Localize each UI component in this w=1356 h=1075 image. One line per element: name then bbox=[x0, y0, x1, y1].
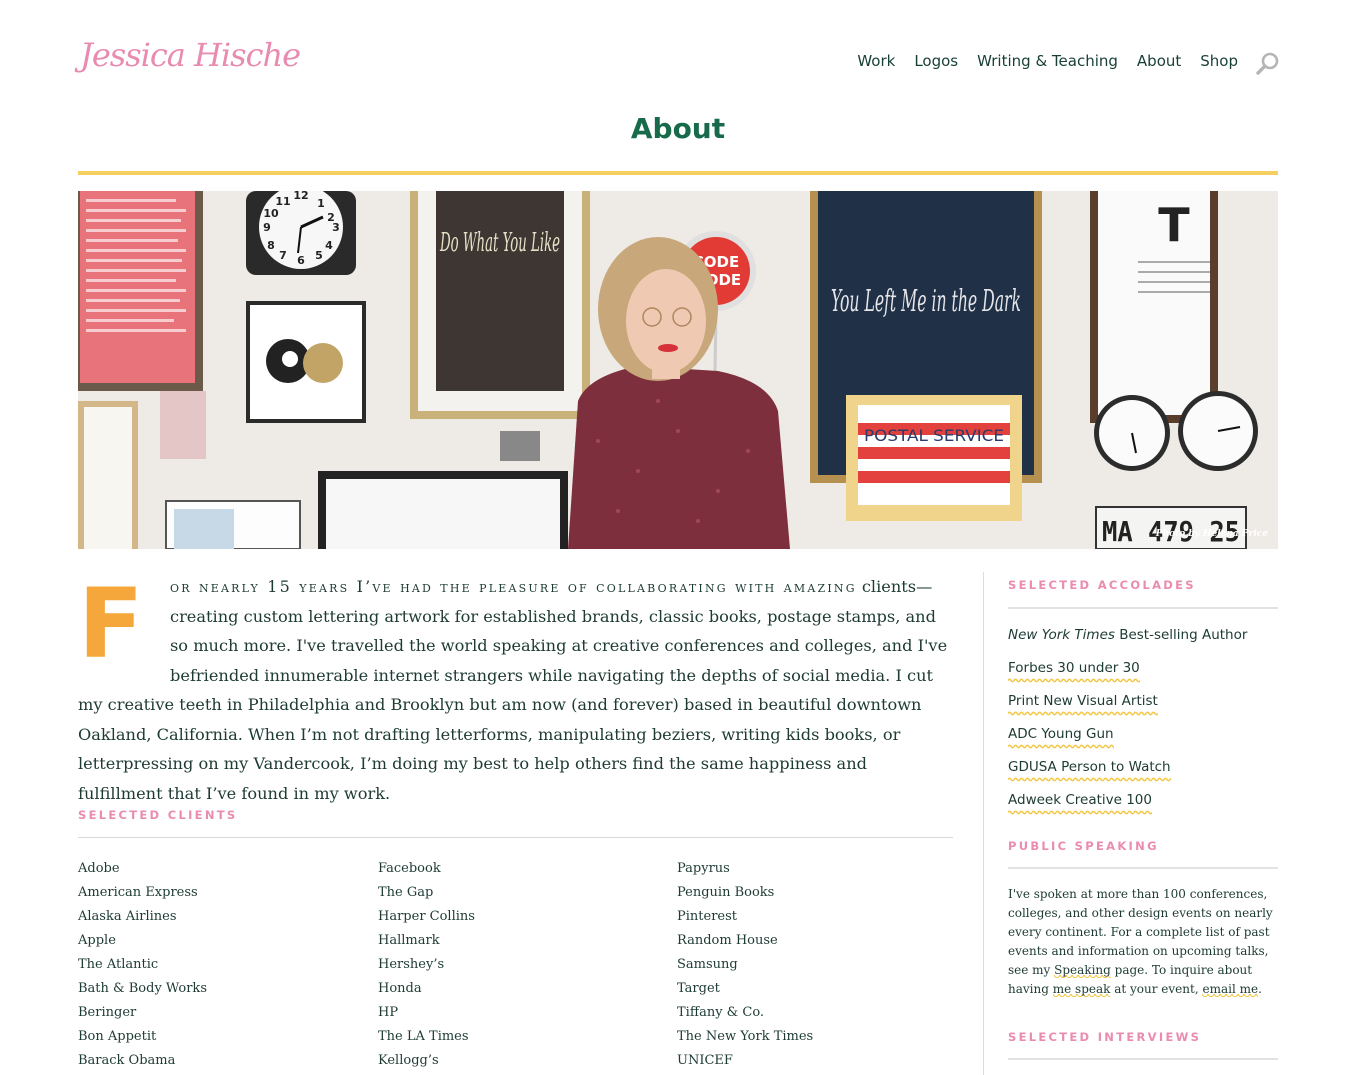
sidebar-divider bbox=[983, 572, 984, 1075]
accolade-label: GDUSA Person to Watch bbox=[1008, 759, 1171, 775]
accolade-item[interactable]: GDUSA Person to Watch bbox=[1008, 757, 1278, 790]
clock-num-7: 7 bbox=[279, 249, 287, 262]
accolade-label: Adweek Creative 100 bbox=[1008, 792, 1152, 808]
client-item[interactable]: Random House bbox=[677, 929, 813, 953]
client-item[interactable]: Honda bbox=[378, 977, 475, 1001]
clock-num-4: 4 bbox=[325, 239, 333, 252]
client-item[interactable]: Bath & Body Works bbox=[78, 977, 207, 1001]
intro-lead: or nearly 15 years I’ve had the pleasure… bbox=[170, 577, 857, 596]
client-item[interactable]: Tiffany & Co. bbox=[677, 1001, 813, 1025]
accolade-label: Forbes 30 under 30 bbox=[1008, 660, 1140, 676]
client-item[interactable]: Target bbox=[677, 977, 813, 1001]
client-item[interactable]: Barack Obama bbox=[78, 1049, 207, 1073]
clock-num-9: 9 bbox=[263, 221, 271, 234]
clock-num-1: 1 bbox=[317, 197, 325, 210]
clients-divider bbox=[78, 837, 953, 838]
accolade-item[interactable]: Forbes 30 under 30 bbox=[1008, 658, 1278, 691]
client-item[interactable]: The Atlantic bbox=[78, 953, 207, 977]
client-item[interactable]: The LA Times bbox=[378, 1025, 475, 1049]
client-item[interactable]: Harper Collins bbox=[378, 905, 475, 929]
search-icon[interactable] bbox=[1256, 51, 1280, 75]
poster-left-text: Do What You Like bbox=[439, 228, 560, 258]
client-item[interactable]: Penguin Books bbox=[677, 881, 813, 905]
speaking-text: I've spoken at more than 100 conferences… bbox=[1008, 887, 1273, 998]
client-item[interactable]: Facebook bbox=[378, 857, 475, 881]
accolades-heading: SELECTED ACCOLADES bbox=[1008, 578, 1196, 592]
client-item[interactable]: American Express bbox=[78, 881, 207, 905]
client-item[interactable]: Papyrus bbox=[677, 857, 813, 881]
clients-heading: SELECTED CLIENTS bbox=[78, 808, 238, 822]
nav-writing-teaching[interactable]: Writing & Teaching bbox=[977, 52, 1118, 70]
hero-illustration: 12 1 2 3 4 5 6 7 8 9 10 11 Do What You L… bbox=[78, 191, 1278, 549]
clients-column-1: Adobe American Express Alaska Airlines Appl… bbox=[78, 857, 207, 1073]
accolades-list: New York Times Best-selling Author Forbe… bbox=[1008, 625, 1278, 823]
wavy-underline bbox=[1008, 777, 1171, 782]
accolade-nyt: New York Times Best-selling Author bbox=[1008, 627, 1248, 643]
clients-column-2: Facebook The Gap Harper Collins Hallmark Her… bbox=[378, 857, 475, 1073]
client-item[interactable]: Samsung bbox=[677, 953, 813, 977]
wavy-underline bbox=[1008, 711, 1158, 716]
wavy-underline bbox=[1008, 810, 1152, 815]
title-divider bbox=[78, 171, 1278, 175]
clock-num-3: 3 bbox=[332, 221, 340, 234]
clock-num-10: 10 bbox=[263, 207, 279, 220]
clock-num-5: 5 bbox=[315, 249, 323, 262]
accolade-item[interactable]: ADC Young Gun bbox=[1008, 724, 1278, 757]
intro-body: clients—creating custom lettering artwor… bbox=[78, 577, 948, 803]
clock-num-8: 8 bbox=[267, 239, 275, 252]
postal-text: POSTAL SERVICE bbox=[864, 426, 1004, 445]
eye-chart-letter: T bbox=[1158, 198, 1190, 252]
accolade-label: ADC Young Gun bbox=[1008, 726, 1114, 742]
client-item[interactable]: Alaska Airlines bbox=[78, 905, 207, 929]
accolade-label: Print New Visual Artist bbox=[1008, 693, 1158, 709]
client-item[interactable]: Apple bbox=[78, 929, 207, 953]
interviews-divider bbox=[1008, 1058, 1278, 1060]
client-item[interactable]: The New York Times bbox=[677, 1025, 813, 1049]
clock-num-6: 6 bbox=[297, 254, 305, 267]
email-me-link[interactable]: email me bbox=[1202, 982, 1259, 998]
client-item[interactable]: Pinterest bbox=[677, 905, 813, 929]
speaking-page-link[interactable]: Speaking bbox=[1054, 963, 1111, 979]
clock-num-11: 11 bbox=[275, 195, 290, 208]
nav-logos[interactable]: Logos bbox=[914, 52, 958, 70]
nav-shop[interactable]: Shop bbox=[1200, 52, 1238, 70]
photo-credit: Photo by Helena Price bbox=[1155, 529, 1268, 539]
client-item[interactable]: UNICEF bbox=[677, 1049, 813, 1073]
accolade-item[interactable]: Print New Visual Artist bbox=[1008, 691, 1278, 724]
speaking-divider bbox=[1008, 867, 1278, 869]
wavy-underline bbox=[1008, 678, 1140, 683]
nav-about[interactable]: About bbox=[1137, 52, 1181, 70]
hero-photo: 12 1 2 3 4 5 6 7 8 9 10 11 Do What You L… bbox=[78, 191, 1278, 549]
page-title: About bbox=[630, 112, 726, 145]
speaking-heading: PUBLIC SPEAKING bbox=[1008, 839, 1159, 853]
client-item[interactable]: Hershey’s bbox=[378, 953, 475, 977]
clock-num-12: 12 bbox=[293, 191, 308, 202]
me-speak-link[interactable]: me speak bbox=[1052, 982, 1111, 998]
client-item[interactable]: The Gap bbox=[378, 881, 475, 905]
logo[interactable]: Jessica Hische bbox=[80, 36, 301, 74]
drop-cap: F bbox=[78, 568, 144, 680]
client-item[interactable]: Beringer bbox=[78, 1001, 207, 1025]
accolades-divider bbox=[1008, 607, 1278, 609]
client-item[interactable]: Hallmark bbox=[378, 929, 475, 953]
intro-paragraph: For nearly 15 years I’ve had the pleasur… bbox=[78, 572, 953, 808]
poster-right-text: You Left Me in the Dark bbox=[831, 284, 1021, 319]
client-item[interactable]: Kellogg’s bbox=[378, 1049, 475, 1073]
main-nav: Work Logos Writing & Teaching About Shop bbox=[857, 52, 1238, 70]
accolade-item[interactable]: Adweek Creative 100 bbox=[1008, 790, 1278, 823]
nav-work[interactable]: Work bbox=[857, 52, 895, 70]
client-item[interactable]: Adobe bbox=[78, 857, 207, 881]
client-item[interactable]: Bon Appetit bbox=[78, 1025, 207, 1049]
clients-column-3: Papyrus Penguin Books Pinterest Random Hous… bbox=[677, 857, 813, 1073]
wavy-underline bbox=[1008, 744, 1114, 749]
client-item[interactable]: HP bbox=[378, 1001, 475, 1025]
interviews-heading: SELECTED INTERVIEWS bbox=[1008, 1030, 1202, 1044]
